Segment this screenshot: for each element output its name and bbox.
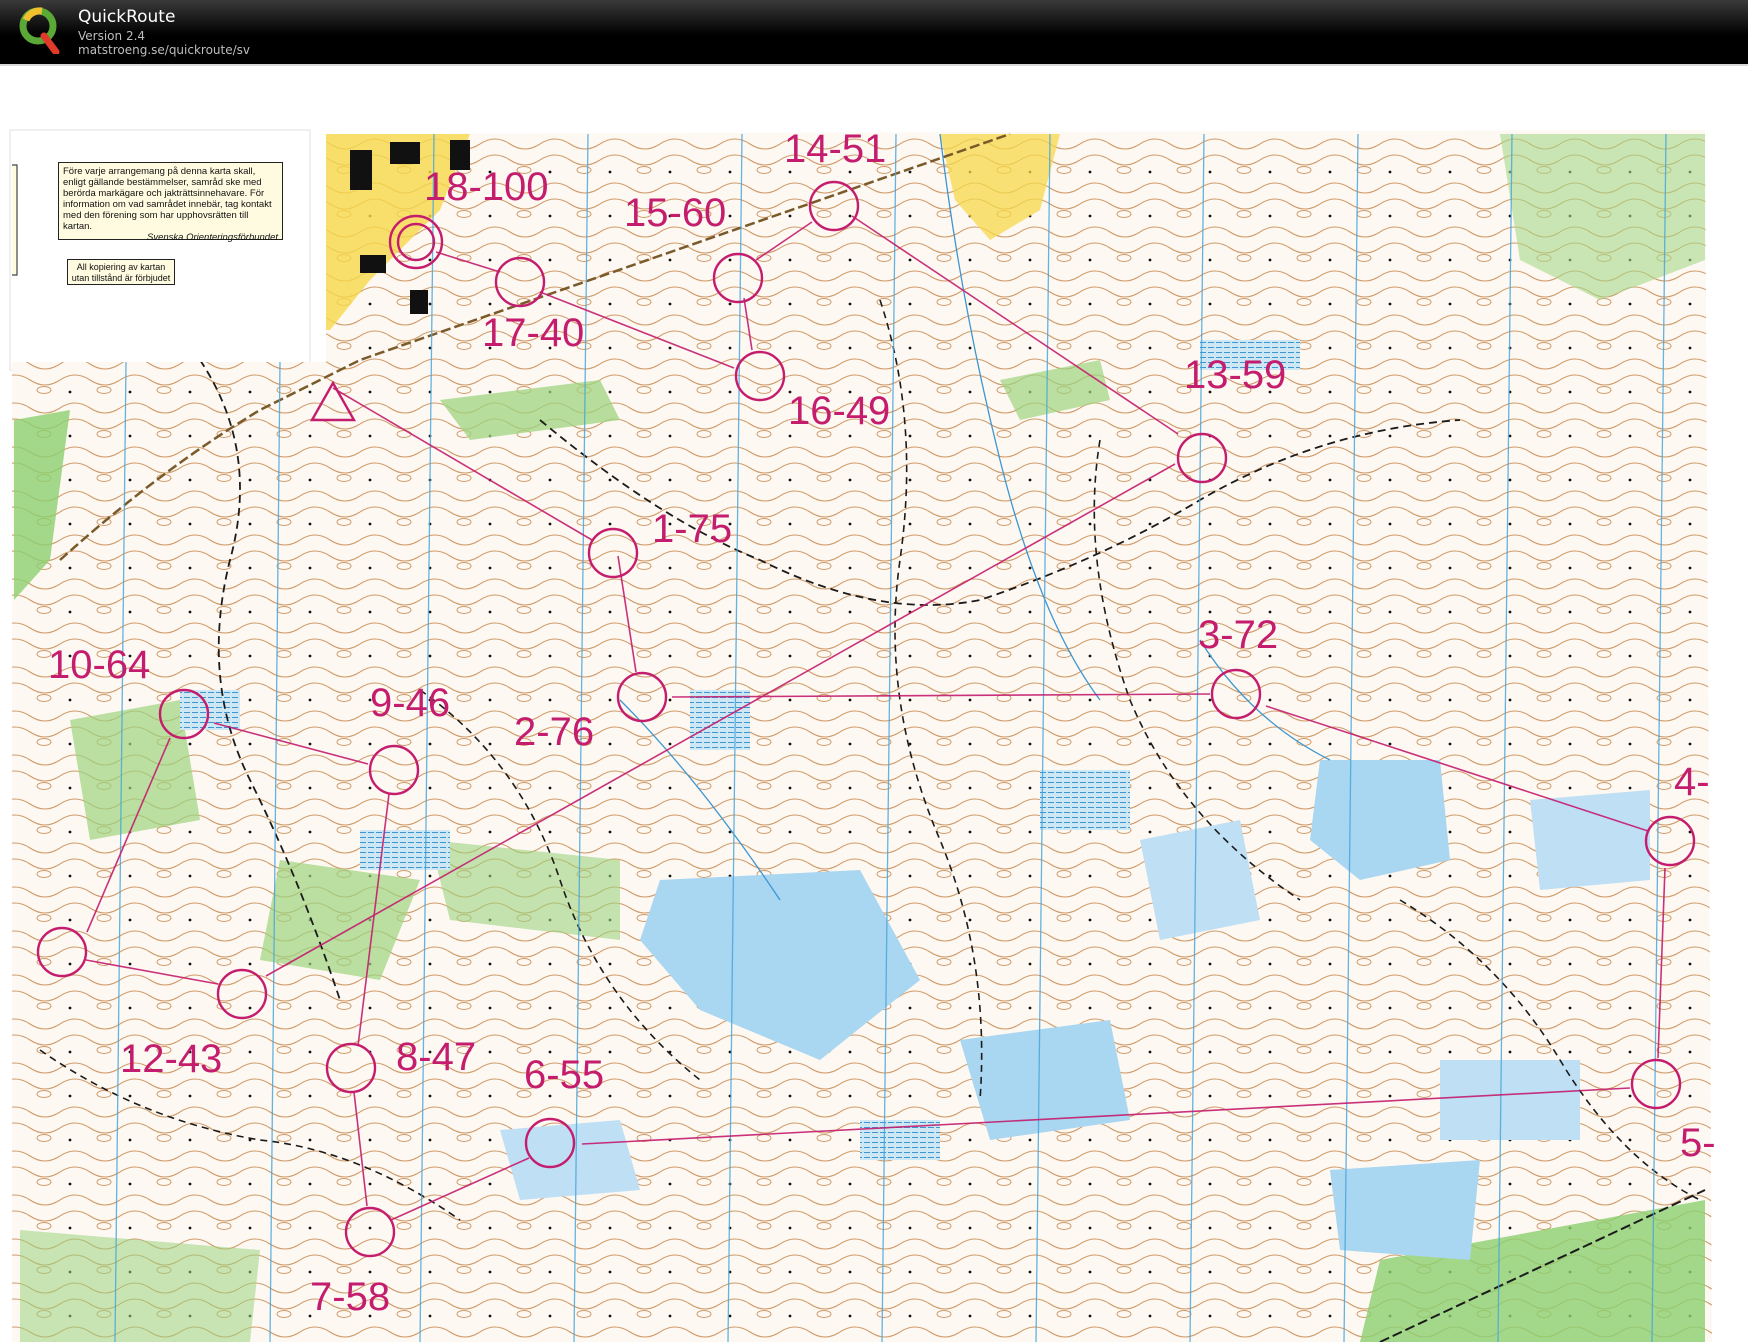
control-label-9: 9-46 — [370, 681, 450, 725]
control-label-17: 17-40 — [482, 311, 584, 355]
control-label-18: 18-100 — [424, 165, 549, 209]
app-header: QuickRoute Version 2.4 matstroeng.se/qui… — [0, 0, 1748, 64]
control-label-13: 13-59 — [1184, 353, 1286, 397]
landowner-notice: Före varje arrangemang på denna karta sk… — [58, 162, 283, 243]
control-label-14: 14-51 — [784, 127, 886, 171]
landowner-notice-text: Före varje arrangemang på denna karta sk… — [63, 166, 272, 232]
control-label-3: 3-72 — [1198, 613, 1278, 657]
app-url-link[interactable]: matstroeng.se/quickroute/sv — [78, 43, 250, 57]
copy-notice: All kopiering av kartan utan tillstånd ä… — [67, 259, 175, 285]
app-version: Version 2.4 — [78, 29, 146, 43]
app-name: QuickRoute — [78, 7, 176, 27]
control-label-10: 10-64 — [48, 643, 150, 687]
control-label-15: 15-60 — [624, 191, 726, 235]
control-label-16: 16-49 — [788, 389, 890, 433]
quickroute-logo-icon — [19, 7, 60, 54]
control-label-1: 1-75 — [652, 507, 732, 551]
control-label-2: 2-76 — [514, 710, 594, 754]
control-label-7: 7-58 — [310, 1275, 390, 1319]
landowner-notice-signature: Svenska Orienteringsförbundet — [147, 232, 278, 243]
orienteering-map[interactable]: 1-75 2-76 3-72 4- 5- 6-55 7-58 8-47 9-46… — [0, 66, 1748, 1342]
control-label-5: 5- — [1680, 1121, 1716, 1165]
control-label-6: 6-55 — [524, 1053, 604, 1097]
control-label-4: 4- — [1674, 760, 1710, 804]
control-label-12: 12-43 — [120, 1037, 222, 1081]
control-label-8: 8-47 — [396, 1035, 476, 1079]
